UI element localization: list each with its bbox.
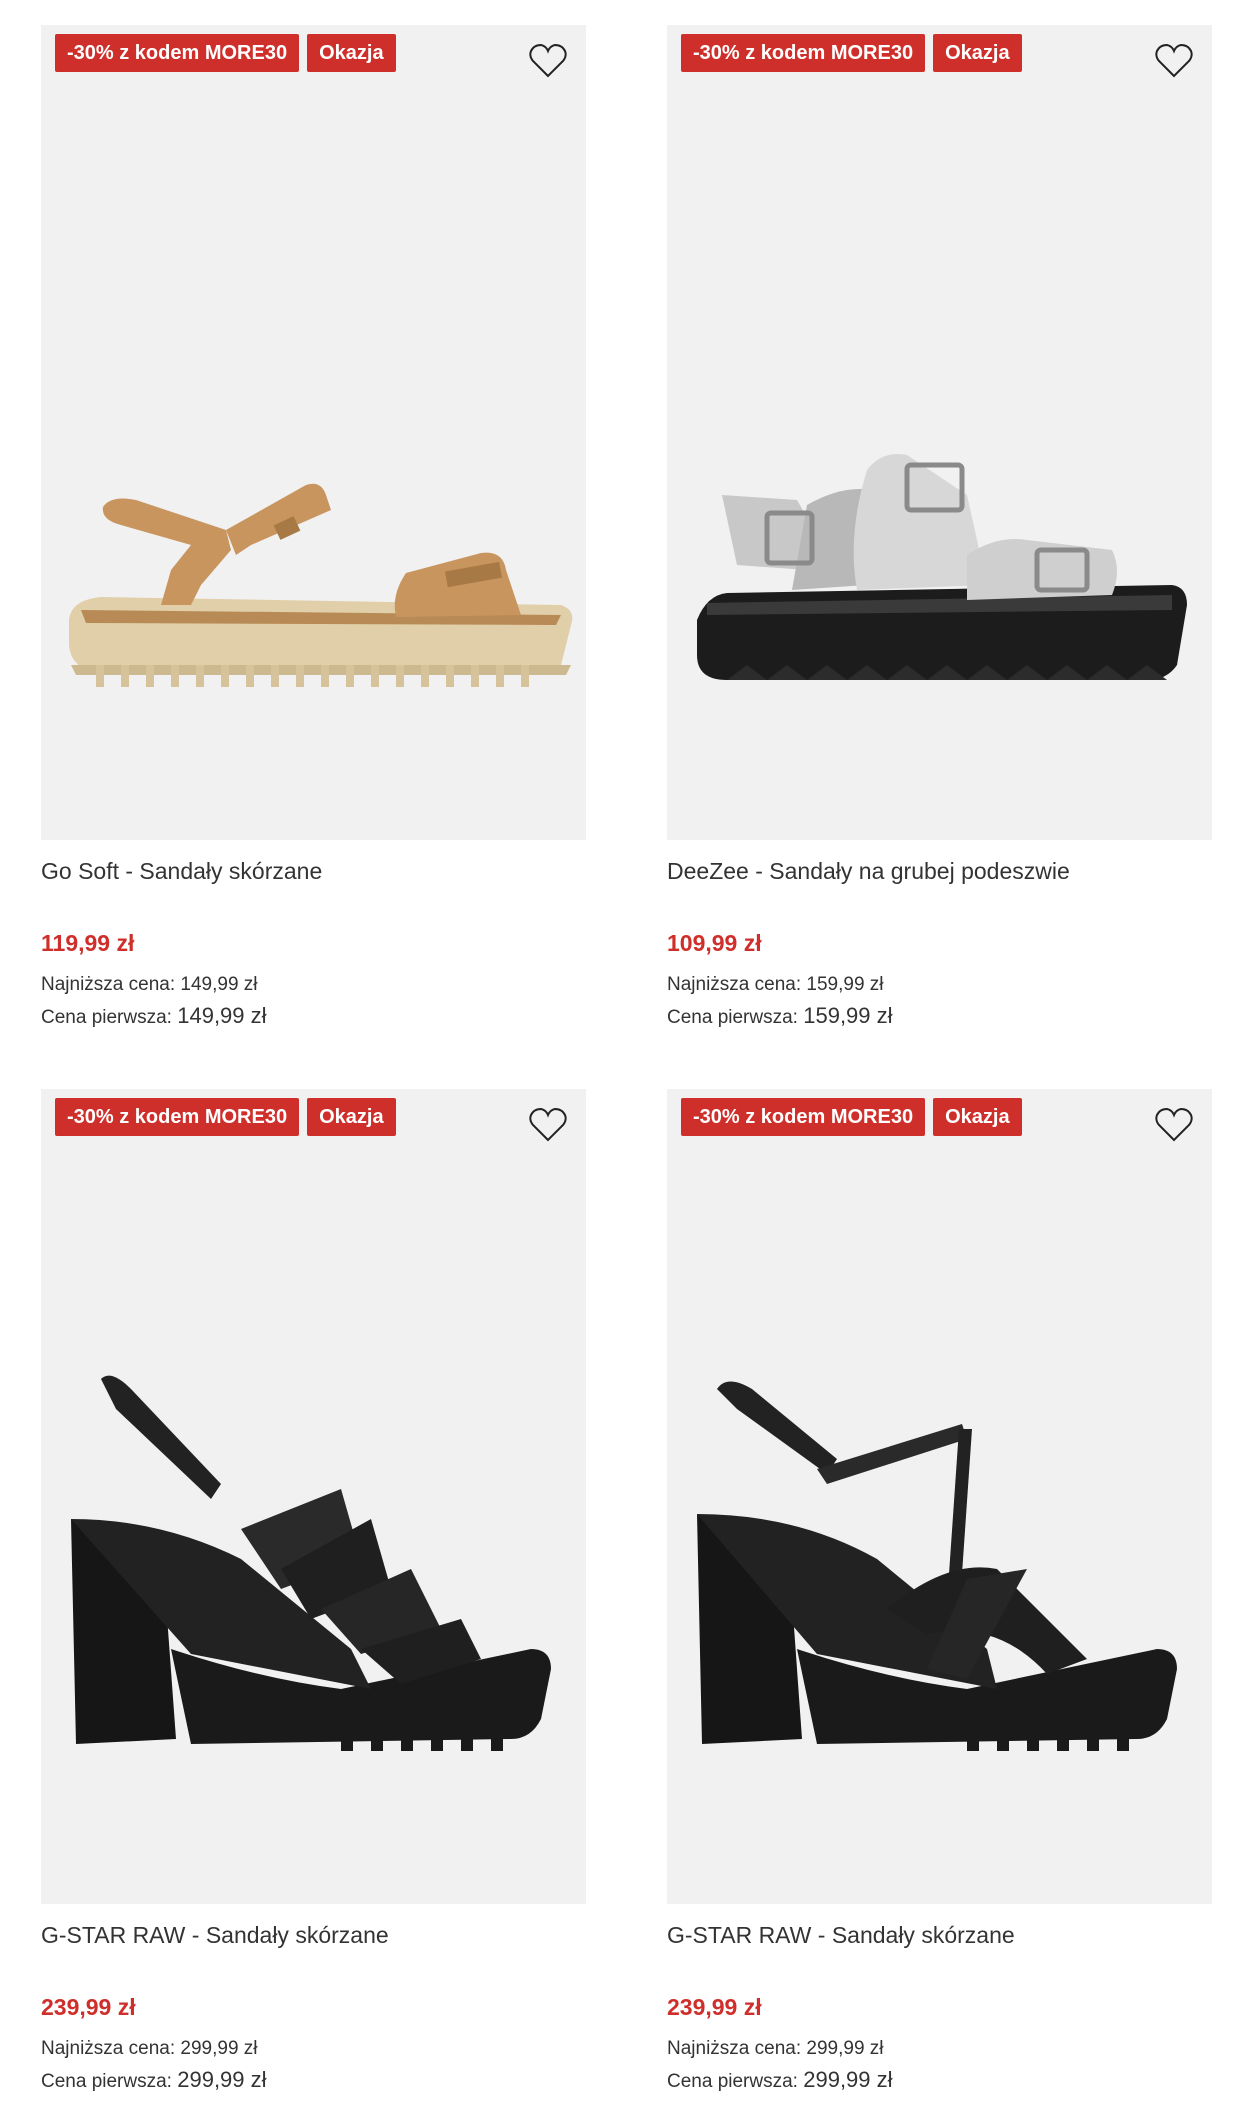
first-price-row: Cena pierwsza: 299,99 zł xyxy=(41,2064,586,2097)
heart-outline-icon xyxy=(529,1107,567,1142)
price-history: Najniższa cena: 149,99 zł Cena pierwsza:… xyxy=(41,969,586,1033)
first-price-row: Cena pierwsza: 159,99 zł xyxy=(667,1000,1212,1033)
deal-badge: Okazja xyxy=(933,1098,1022,1136)
badge-group: -30% z kodem MORE30 Okazja xyxy=(681,1098,1022,1136)
product-price: 239,99 zł xyxy=(667,1994,762,2020)
heart-outline-icon xyxy=(1155,1107,1193,1142)
promo-code-badge: -30% z kodem MORE30 xyxy=(681,1098,926,1136)
first-price-value: 299,99 zł xyxy=(177,2067,267,2092)
product-title[interactable]: G-STAR RAW - Sandały skórzane xyxy=(667,1922,1212,1954)
deal-badge: Okazja xyxy=(307,1098,396,1136)
promo-code-badge: -30% z kodem MORE30 xyxy=(55,34,300,72)
first-price-value: 149,99 zł xyxy=(177,1003,267,1028)
lowest-price-value: 299,99 zł xyxy=(180,2038,258,2059)
add-to-wishlist-button[interactable] xyxy=(528,1107,568,1143)
first-price-label: Cena pierwsza: xyxy=(667,1007,798,1028)
badge-group: -30% z kodem MORE30 Okazja xyxy=(681,34,1022,72)
lowest-price-value: 159,99 zł xyxy=(806,974,884,995)
first-price-row: Cena pierwsza: 149,99 zł xyxy=(41,1000,586,1033)
lowest-price-row: Najniższa cena: 149,99 zł xyxy=(41,969,586,1000)
price-history: Najniższa cena: 159,99 zł Cena pierwsza:… xyxy=(667,969,1212,1033)
deal-badge: Okazja xyxy=(307,34,396,72)
product-title[interactable]: G-STAR RAW - Sandały skórzane xyxy=(41,1922,586,1954)
black-strappy-heel-sandal-image xyxy=(71,1375,551,1751)
lowest-price-row: Najniższa cena: 159,99 zł xyxy=(667,969,1212,1000)
product-card[interactable]: -30% z kodem MORE30 Okazja Go Soft - San… xyxy=(41,25,586,1033)
deal-badge: Okazja xyxy=(933,34,1022,72)
badge-group: -30% z kodem MORE30 Okazja xyxy=(55,1098,396,1136)
first-price-value: 299,99 zł xyxy=(803,2067,893,2092)
product-image[interactable]: -30% z kodem MORE30 Okazja xyxy=(41,1089,586,1904)
first-price-value: 159,99 zł xyxy=(803,1003,893,1028)
price-history: Najniższa cena: 299,99 zł Cena pierwsza:… xyxy=(41,2033,586,2097)
lowest-price-label: Najniższa cena: xyxy=(667,2038,802,2059)
promo-code-badge: -30% z kodem MORE30 xyxy=(681,34,926,72)
silver-buckle-sandal-image xyxy=(697,454,1187,680)
add-to-wishlist-button[interactable] xyxy=(1154,43,1194,79)
first-price-label: Cena pierwsza: xyxy=(667,2071,798,2092)
lowest-price-label: Najniższa cena: xyxy=(41,974,176,995)
product-card[interactable]: -30% z kodem MORE30 Okazja G-STAR RAW - … xyxy=(41,1089,586,2097)
product-image[interactable]: -30% z kodem MORE30 Okazja xyxy=(667,1089,1212,1904)
first-price-label: Cena pierwsza: xyxy=(41,2071,172,2092)
product-title[interactable]: DeeZee - Sandały na grubej podeszwie xyxy=(667,858,1212,890)
badge-group: -30% z kodem MORE30 Okazja xyxy=(55,34,396,72)
lowest-price-row: Najniższa cena: 299,99 zł xyxy=(667,2033,1212,2064)
product-price: 119,99 zł xyxy=(41,930,135,956)
black-t-strap-heel-sandal-image xyxy=(697,1381,1177,1751)
product-price: 109,99 zł xyxy=(667,930,762,956)
lowest-price-value: 299,99 zł xyxy=(806,2038,884,2059)
add-to-wishlist-button[interactable] xyxy=(528,43,568,79)
lowest-price-label: Najniższa cena: xyxy=(41,2038,176,2059)
first-price-row: Cena pierwsza: 299,99 zł xyxy=(667,2064,1212,2097)
price-history: Najniższa cena: 299,99 zł Cena pierwsza:… xyxy=(667,2033,1212,2097)
product-card[interactable]: -30% z kodem MORE30 Okazja DeeZee - Sand… xyxy=(667,25,1212,1033)
heart-outline-icon xyxy=(1155,43,1193,78)
lowest-price-row: Najniższa cena: 299,99 zł xyxy=(41,2033,586,2064)
lowest-price-label: Najniższa cena: xyxy=(667,974,802,995)
beige-leather-sandal-image xyxy=(69,483,573,687)
lowest-price-value: 149,99 zł xyxy=(180,974,258,995)
product-title[interactable]: Go Soft - Sandały skórzane xyxy=(41,858,586,890)
product-price: 239,99 zł xyxy=(41,1994,136,2020)
product-grid: -30% z kodem MORE30 Okazja Go Soft - San… xyxy=(0,0,1250,2123)
add-to-wishlist-button[interactable] xyxy=(1154,1107,1194,1143)
product-image[interactable]: -30% z kodem MORE30 Okazja xyxy=(41,25,586,840)
product-image[interactable]: -30% z kodem MORE30 Okazja xyxy=(667,25,1212,840)
first-price-label: Cena pierwsza: xyxy=(41,1007,172,1028)
promo-code-badge: -30% z kodem MORE30 xyxy=(55,1098,300,1136)
heart-outline-icon xyxy=(529,43,567,78)
product-card[interactable]: -30% z kodem MORE30 Okazja G-STAR RAW - … xyxy=(667,1089,1212,2097)
